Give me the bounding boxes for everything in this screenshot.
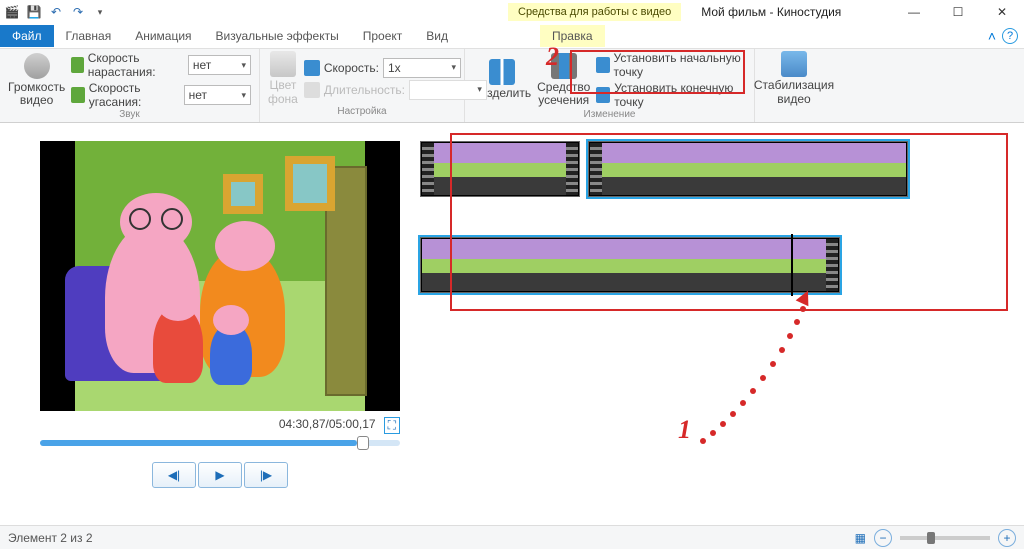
fade-out-combo[interactable]: нет [184,85,251,105]
fullscreen-icon[interactable]: ⛶ [384,417,400,434]
annotation-number-2: 2 [546,42,559,72]
zoom-in-button[interactable]: + [998,529,1016,547]
speed-icon [304,60,320,76]
split-icon [489,59,515,85]
ribbon-tabs: Файл Главная Анимация Визуальные эффекты… [0,24,1024,48]
ribbon-collapse-icon[interactable]: ˄ [982,25,1002,47]
duration-icon [304,82,320,98]
tab-project[interactable]: Проект [351,25,415,47]
fade-in-combo[interactable]: нет [188,55,251,75]
speaker-icon [24,53,50,79]
bg-color-label: Цвет фона [268,79,298,105]
fade-out-icon [71,87,85,103]
redo-icon[interactable]: ↷ [70,4,86,20]
timecode: 04:30,87/05:00,17 [279,417,376,434]
stabilize-label: Стабилизация видео [754,79,834,105]
close-button[interactable]: ✕ [980,0,1024,24]
group-sound-label: Звук [8,109,251,120]
fade-out-label: Скорость угасания: [89,81,180,109]
status-element-count: Элемент 2 из 2 [8,531,93,545]
prev-frame-button[interactable]: ◀| [152,462,196,488]
tab-home[interactable]: Главная [54,25,124,47]
fade-in-icon [71,57,84,73]
seek-bar[interactable] [40,440,400,446]
annotation-box-2 [570,50,745,94]
tab-file[interactable]: Файл [0,25,54,47]
view-thumbnails-icon[interactable]: ▦ [855,531,866,545]
maximize-button[interactable]: ☐ [936,0,980,24]
paint-icon [270,51,296,77]
qat-dropdown-icon[interactable]: ▾ [92,4,108,20]
contextual-tab-label: Средства для работы с видео [508,3,681,21]
save-icon[interactable]: 💾 [26,4,42,20]
next-frame-button[interactable]: |▶ [244,462,288,488]
video-volume-label: Громкость видео [8,81,65,107]
window-title: Мой фильм - Киностудия [701,5,841,19]
tab-animation[interactable]: Анимация [123,25,203,47]
preview-pane: 04:30,87/05:00,17 ⛶ ◀| ▶ |▶ [0,123,410,525]
stabilize-icon [781,51,807,77]
zoom-out-button[interactable]: − [874,529,892,547]
tab-view[interactable]: Вид [414,25,460,47]
quick-access-toolbar: 🎬 💾 ↶ ↷ ▾ [0,4,108,20]
title-bar: 🎬 💾 ↶ ↷ ▾ Средства для работы с видео Мо… [0,0,1024,24]
play-button[interactable]: ▶ [198,462,242,488]
app-icon: 🎬 [4,4,20,20]
ribbon: Громкость видео Скорость нарастания: нет… [0,48,1024,123]
duration-combo [409,80,487,100]
status-bar: Элемент 2 из 2 ▦ − + [0,525,1024,549]
annotation-number-1: 1 [678,415,691,445]
group-change-label: Изменение [473,109,746,120]
zoom-slider[interactable] [900,536,990,540]
video-volume-button[interactable]: Громкость видео [8,53,65,107]
minimize-button[interactable]: — [892,0,936,24]
stabilize-button[interactable]: Стабилизация видео [763,51,825,105]
speed-combo[interactable]: 1x [383,58,461,78]
group-settings-label: Настройка [268,106,456,120]
duration-label: Длительность: [324,83,405,97]
undo-icon[interactable]: ↶ [48,4,64,20]
fade-in-label: Скорость нарастания: [88,51,184,79]
bg-color-button[interactable]: Цвет фона [268,51,298,105]
video-preview[interactable] [40,141,400,411]
speed-label: Скорость: [324,61,379,75]
annotation-box-1 [450,133,1008,311]
tab-visual-effects[interactable]: Визуальные эффекты [204,25,351,47]
help-icon[interactable]: ? [1002,28,1018,44]
